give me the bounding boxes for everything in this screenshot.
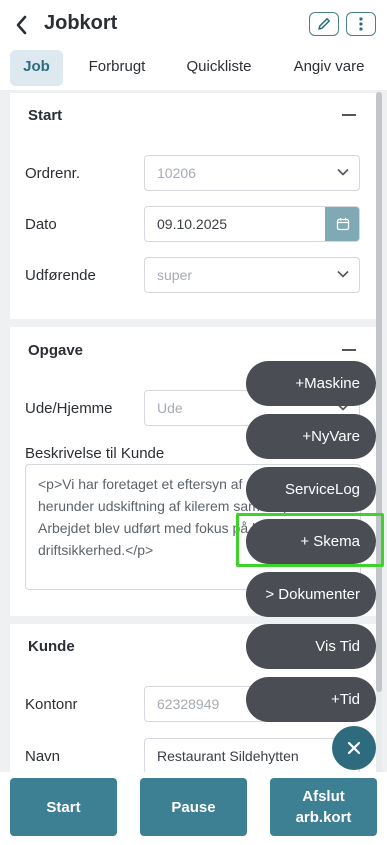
calendar-button[interactable]	[325, 207, 359, 241]
order-number-select[interactable]: 10206	[144, 155, 360, 191]
performer-label: Udførende	[25, 267, 96, 284]
pencil-icon	[318, 18, 330, 30]
location-value: Ude	[157, 400, 183, 416]
order-number-value: 10206	[157, 165, 196, 181]
name-label: Navn	[25, 748, 61, 765]
account-label: Kontonr	[25, 696, 78, 713]
tab-job[interactable]: Job	[10, 50, 63, 86]
chevron-left-icon	[16, 15, 27, 35]
page-title: Jobkort	[44, 12, 118, 34]
chevron-down-icon	[337, 270, 349, 278]
tab-forbrugt[interactable]: Forbrugt	[80, 50, 154, 86]
tab-quickliste[interactable]: Quickliste	[178, 50, 260, 86]
fab-service-log-button[interactable]: ServiceLog	[246, 467, 376, 512]
more-vertical-icon	[359, 17, 363, 31]
back-button[interactable]	[14, 10, 36, 40]
tab-bar: Job Forbrugt Quickliste Angiv vare	[0, 50, 387, 90]
tab-angiv-vare[interactable]: Angiv vare	[284, 50, 374, 86]
fab-add-time-button[interactable]: +Tid	[246, 677, 376, 722]
chevron-down-icon	[337, 168, 349, 176]
customer-section-title: Kunde	[28, 638, 75, 655]
pause-button[interactable]: Pause	[140, 778, 247, 836]
close-icon	[347, 741, 361, 755]
finish-label-line2: arb.kort	[295, 809, 352, 826]
fab-show-time-button[interactable]: Vis Tid	[246, 624, 376, 669]
calendar-icon	[336, 218, 349, 231]
fab-add-machine-button[interactable]: +Maskine	[246, 361, 376, 406]
date-label: Dato	[25, 216, 57, 233]
more-options-button[interactable]	[346, 12, 376, 36]
fab-documents-button[interactable]: > Dokumenter	[246, 572, 376, 617]
fab-close-button[interactable]	[332, 726, 376, 770]
collapse-start-button[interactable]	[342, 114, 356, 116]
app-header: Jobkort	[0, 0, 387, 50]
location-label: Ude/Hjemme	[25, 400, 113, 417]
highlight-frame	[236, 513, 384, 567]
account-value: 62328949	[157, 696, 220, 712]
finish-label-line1: Afslut	[302, 788, 345, 805]
fab-new-item-button[interactable]: +NyVare	[246, 414, 376, 459]
finish-jobcard-button[interactable]: Afslut arb.kort	[270, 778, 377, 836]
performer-value: super	[157, 267, 193, 283]
task-section-title: Opgave	[28, 342, 84, 359]
order-label: Ordrenr.	[25, 165, 81, 182]
description-label: Beskrivelse til Kunde	[25, 445, 165, 462]
collapse-task-button[interactable]	[342, 349, 356, 351]
name-value: Restaurant Sildehytten	[157, 748, 299, 764]
date-value: 09.10.2025	[157, 216, 228, 232]
performer-select[interactable]: super	[144, 257, 360, 293]
start-section: Start Ordrenr. 10206 Dato 09.10.2025 Udf…	[10, 93, 376, 319]
scrollbar-thumb[interactable]	[376, 92, 382, 692]
name-field[interactable]: Restaurant Sildehytten	[144, 738, 360, 774]
edit-button[interactable]	[309, 12, 339, 36]
start-button[interactable]: Start	[10, 778, 117, 836]
start-section-title: Start	[28, 107, 63, 124]
date-field[interactable]: 09.10.2025	[144, 206, 360, 242]
